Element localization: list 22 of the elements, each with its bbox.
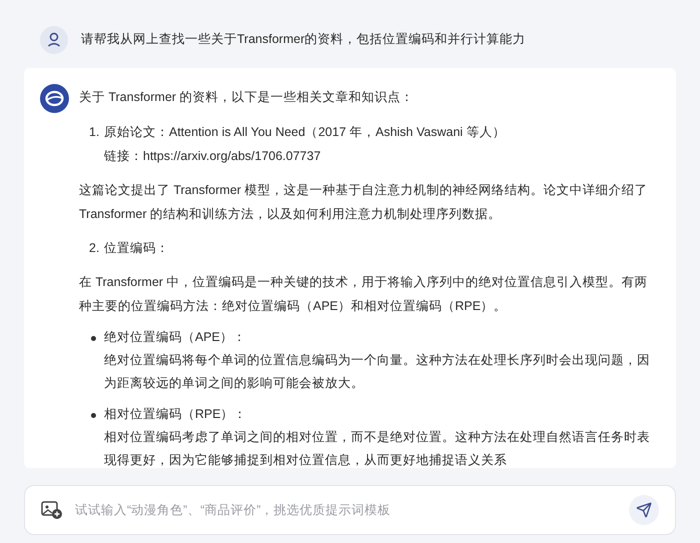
response-intro: 关于 Transformer 的资料，以下是一些相关文章和知识点：: [79, 89, 415, 106]
paragraph: 在 Transformer 中，位置编码是一种关键的技术，用于将输入序列中的绝对位置信息引入模型。有两种主要的位置编码方法：绝对位置编码（APE）和相对位置编码（RPE）。: [79, 274, 649, 315]
prompt-field[interactable]: 试试输入“动漫角色”、“商品评价”，挑选优质提示词模板: [75, 500, 617, 520]
bullet-icon: [91, 336, 96, 340]
list-number: 2.: [89, 240, 100, 257]
prompt-input[interactable]: 试试输入“动漫角色”、“商品评价”，挑选优质提示词模板: [24, 485, 676, 535]
assistant-logo-icon: [40, 84, 69, 113]
list-item-title: 原始论文：Attention is All You Need（2017 年，Ashish Vaswani 等人）: [104, 124, 506, 141]
user-message: 请帮我从网上查找一些关于Transformer的资料，包括位置编码和并行计算能力: [81, 31, 526, 48]
bullet-icon: [91, 412, 96, 418]
list-number: 1.: [89, 124, 100, 141]
bullet-text: 相对位置编码考虑了单词之间的相对位置，而不是绝对位置。这种方法在处理自然语言任务时表现得更好，因为它能够捕捉到相对位置信息，从而更好地捕捉语义关系: [104, 429, 651, 469]
list-item-title: 位置编码：: [104, 240, 169, 257]
link-line: 链接：https://arxiv.org/abs/1706.07737: [104, 148, 322, 165]
send-button[interactable]: [629, 495, 659, 525]
bullet-text: 绝对位置编码将每个单词的位置信息编码为一个向量。这种方法在处理长序列时会出现问题，因为距离较远的单词之间的影响可能会被放大。: [104, 352, 651, 392]
image-add-icon[interactable]: [41, 500, 63, 520]
bullet-title: 绝对位置编码（APE）：: [104, 329, 248, 346]
user-avatar-icon: [40, 26, 68, 54]
bullet-title: 相对位置编码（RPE）：: [104, 406, 248, 423]
send-icon: [636, 502, 652, 518]
paragraph: 这篇论文提出了 Transformer 模型，这是一种基于自注意力机制的神经网络结构。论文中详细介绍了 Transformer 的结构和训练方法，以及如何利用注意力机制处理序列数据。: [79, 182, 649, 223]
